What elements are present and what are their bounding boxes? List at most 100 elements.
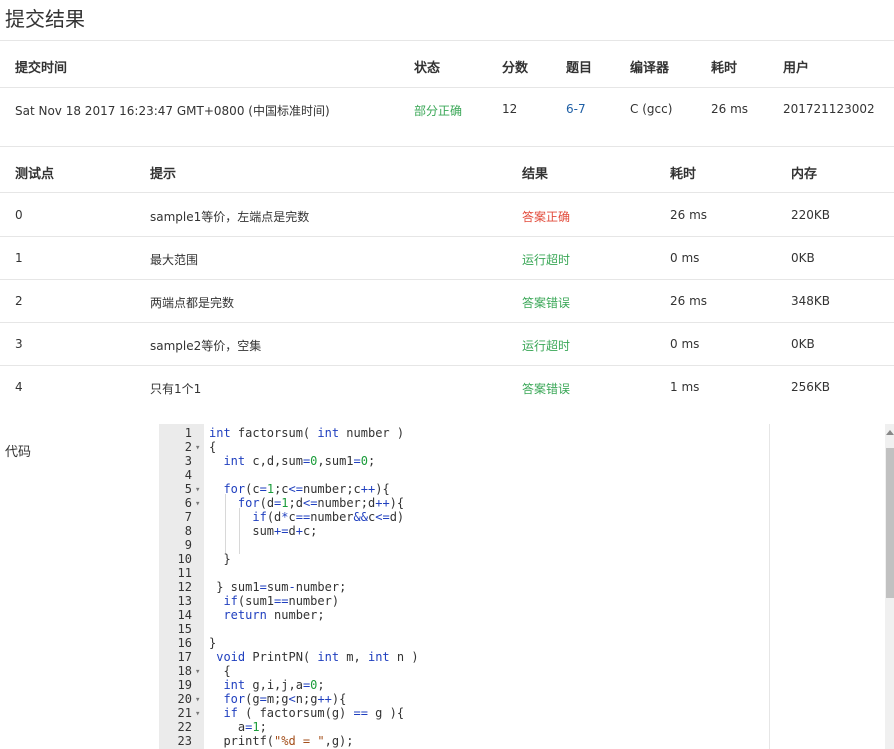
code-line: { [209,440,217,454]
fold-chevron-icon[interactable]: ▾ [195,441,200,455]
header-compiler: 编译器 [630,61,670,76]
code-line: a=1; [209,720,267,734]
test-elapsed: 26 ms [670,208,708,222]
header-memory: 内存 [791,167,818,182]
fold-chevron-icon[interactable]: ▾ [195,497,200,511]
line-number: 2 [184,440,192,454]
submit-time: Sat Nov 18 2017 16:23:47 GMT+0800 (中国标准时… [15,104,330,118]
line-number: 19 [177,678,192,692]
test-memory: 0KB [791,337,815,351]
line-number: 10 [177,552,192,566]
line-number: 4 [184,468,192,482]
code-label: 代码 [5,445,32,460]
divider [0,279,894,280]
code-line: int c,d,sum=0,sum1=0; [223,454,376,468]
test-point: 1 [15,251,23,265]
compiler-value: C (gcc) [630,102,673,116]
header-score: 分数 [502,61,529,76]
line-number: 9 [184,538,192,552]
line-number: 12 [177,580,192,594]
test-result: 运行超时 [522,253,571,267]
test-memory: 220KB [791,208,831,222]
elapsed-value: 26 ms [711,102,749,116]
code-line: printf("%d = ",g); [209,734,354,748]
code-line: } [209,552,231,566]
line-number: 15 [177,622,192,636]
line-number: 6 [184,496,192,510]
test-memory: 0KB [791,251,815,265]
fold-chevron-icon[interactable]: ▾ [195,693,200,707]
test-hint: 只有1个1 [150,382,202,396]
score-value: 12 [502,102,518,116]
line-number: 8 [184,524,192,538]
divider [0,192,894,193]
test-hint: sample2等价，空集 [150,339,262,353]
header-test-elapsed: 耗时 [670,167,697,182]
test-result: 答案正确 [522,210,571,224]
code-editor[interactable]: 1 int factorsum( int number ) 2 ▾{3 int c,d… [159,424,769,749]
test-result: 运行超时 [522,339,571,353]
scrollbar-thumb[interactable] [886,448,894,598]
line-number: 17 [177,650,192,664]
code-line: } sum1=sum-number; [209,580,347,594]
test-memory: 348KB [791,294,831,308]
line-number: 18 [177,664,192,678]
header-status: 状态 [414,61,441,76]
line-number: 1 [184,426,192,440]
code-line: if(sum1==number) [223,594,340,608]
test-result: 答案错误 [522,296,571,310]
fold-chevron-icon[interactable]: ▾ [195,707,200,721]
code-line: void PrintPN( int m, int n ) [216,650,419,664]
test-elapsed: 26 ms [670,294,708,308]
code-line: int factorsum( int number ) [209,426,405,440]
user-value: 201721123002 [783,102,875,116]
divider [0,87,894,88]
divider [0,236,894,237]
line-number: 11 [177,566,192,580]
editor-right-border [769,424,770,749]
code-line: sum+=d+c; [209,524,318,538]
header-hint: 提示 [150,167,177,182]
line-number: 3 [184,454,192,468]
header-user: 用户 [783,61,810,76]
page-title: 提交结果 [5,7,85,31]
test-elapsed: 0 ms [670,251,700,265]
status-badge: 部分正确 [414,104,463,118]
line-number: 14 [177,608,192,622]
fold-chevron-icon[interactable]: ▾ [195,483,200,497]
test-point: 2 [15,294,23,308]
header-submit-time: 提交时间 [15,61,68,76]
problem-link[interactable]: 6-7 [566,102,586,116]
fold-chevron-icon[interactable]: ▾ [195,665,200,679]
header-test-point: 测试点 [15,167,55,182]
code-line: { [209,664,231,678]
code-line: if(d*c==number&&c<=d) [252,510,405,524]
code-line: for(c=1;c<=number;c++){ [223,482,390,496]
line-number: 16 [177,636,192,650]
divider [0,40,894,41]
code-line: return number; [223,608,325,622]
divider [0,146,894,147]
line-number: 22 [177,720,192,734]
divider [0,322,894,323]
test-hint: sample1等价，左端点是完数 [150,210,310,224]
header-problem: 题目 [566,61,593,76]
line-number: 23 [177,734,192,748]
line-number: 21 [177,706,192,720]
test-result: 答案错误 [522,382,571,396]
line-number: 7 [184,510,192,524]
line-number: 5 [184,482,192,496]
code-line: int g,i,j,a=0; [223,678,325,692]
code-line: } [209,636,217,650]
scroll-up-arrow-icon[interactable] [886,430,894,435]
code-line: if ( factorsum(g) == g ){ [223,706,405,720]
code-line: for(d=1;d<=number;d++){ [237,496,405,510]
line-number: 20 [177,692,192,706]
divider [0,365,894,366]
test-hint: 两端点都是完数 [150,296,235,310]
test-point: 0 [15,208,23,222]
header-result: 结果 [522,167,549,182]
header-elapsed: 耗时 [711,61,738,76]
test-point: 4 [15,380,23,394]
line-number: 13 [177,594,192,608]
